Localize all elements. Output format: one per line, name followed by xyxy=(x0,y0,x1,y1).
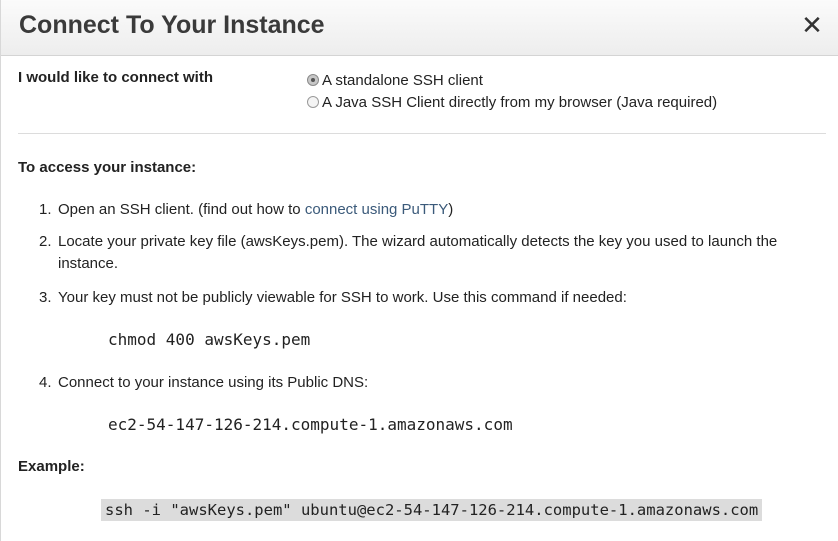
step-4-text: Connect to your instance using its Publi… xyxy=(58,374,369,391)
option-standalone-ssh-label: A standalone SSH client xyxy=(322,71,483,89)
radio-standalone-ssh[interactable] xyxy=(307,74,319,86)
divider xyxy=(18,133,826,134)
step-3-number: 3. xyxy=(39,289,52,306)
step-4-number: 4. xyxy=(39,374,52,391)
public-dns-value: ec2-54-147-126-214.compute-1.amazonaws.c… xyxy=(108,415,513,434)
radio-java-ssh[interactable] xyxy=(307,96,319,108)
close-icon[interactable]: ✕ xyxy=(800,10,824,40)
step-1-number: 1. xyxy=(39,201,52,218)
step-4: 4. Connect to your instance using its Pu… xyxy=(39,372,829,394)
step-1: 1. Open an SSH client. (find out how to … xyxy=(39,199,829,221)
step-1-text: Open an SSH client. (find out how to con… xyxy=(58,199,829,221)
step-3-text: Your key must not be publicly viewable f… xyxy=(58,289,627,306)
step-2-number: 2. xyxy=(39,233,52,250)
option-java-ssh[interactable]: A Java SSH Client directly from my brows… xyxy=(307,91,717,113)
dialog-title: Connect To Your Instance xyxy=(19,11,325,39)
connect-method-label: I would like to connect with xyxy=(18,69,214,86)
connect-method-options: A standalone SSH client A Java SSH Clien… xyxy=(307,69,717,113)
option-java-ssh-label: A Java SSH Client directly from my brows… xyxy=(322,93,718,111)
access-heading: To access your instance: xyxy=(18,159,197,176)
chmod-command: chmod 400 awsKeys.pem xyxy=(108,330,311,349)
step-1-text-after: ) xyxy=(448,201,454,218)
dialog-header: Connect To Your Instance ✕ xyxy=(1,0,838,56)
example-label: Example: xyxy=(18,458,85,475)
step-2: 2. Locate your private key file (awsKeys… xyxy=(39,231,829,275)
step-1-text-before: Open an SSH client. (find out how to xyxy=(58,201,305,218)
option-standalone-ssh[interactable]: A standalone SSH client xyxy=(307,69,717,91)
step-2-text: Locate your private key file (awsKeys.pe… xyxy=(58,233,778,272)
connect-putty-link[interactable]: connect using PuTTY xyxy=(305,201,448,218)
step-3: 3. Your key must not be publicly viewabl… xyxy=(39,287,829,309)
example-command: ssh -i "awsKeys.pem" ubuntu@ec2-54-147-1… xyxy=(101,499,763,521)
connect-dialog: Connect To Your Instance ✕ I would like … xyxy=(0,0,838,541)
